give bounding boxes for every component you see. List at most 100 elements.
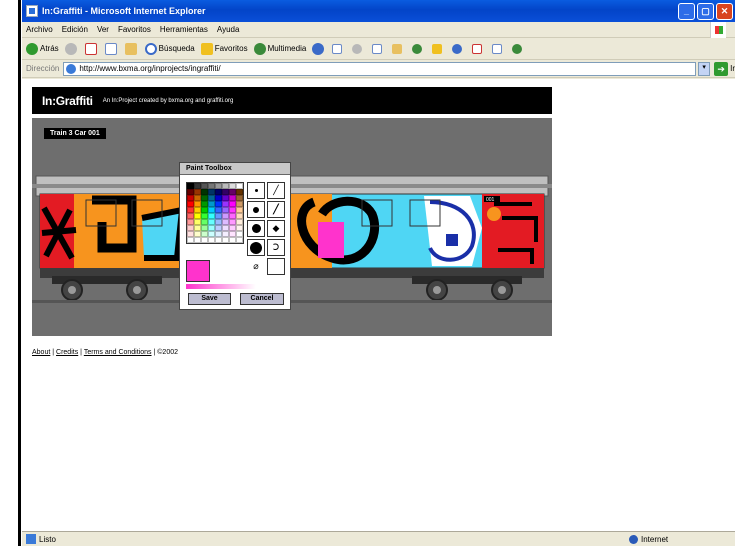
home-button[interactable] <box>124 42 139 55</box>
print-icon <box>352 43 363 54</box>
address-field[interactable] <box>63 61 697 76</box>
history-button[interactable] <box>312 42 326 55</box>
footer-links: About | Credits | Terms and Conditions |… <box>32 349 178 356</box>
opacity-gradient[interactable] <box>186 284 256 289</box>
ie-icon <box>26 5 38 17</box>
train-car-graphic[interactable]: 001 <box>32 118 552 336</box>
home-icon <box>124 42 137 55</box>
tool-icon <box>512 43 523 54</box>
messenger-icon <box>412 43 423 54</box>
forward-arrow-icon <box>64 42 77 55</box>
left-edge <box>0 0 22 546</box>
go-button[interactable]: ➔ <box>714 61 729 76</box>
favorites-button[interactable]: Favoritos <box>200 42 248 55</box>
tool-button-5[interactable] <box>512 43 526 54</box>
about-link[interactable]: About <box>32 349 50 356</box>
status-text: Listo <box>39 534 56 544</box>
browser-window: In:Graffiti - Microsoft Internet Explore… <box>22 0 735 546</box>
color-swatch[interactable] <box>229 237 236 243</box>
stop-button[interactable] <box>84 42 99 55</box>
address-label: Dirección <box>26 64 60 73</box>
maximize-button[interactable]: ▢ <box>697 2 714 20</box>
mail-button[interactable] <box>332 43 346 54</box>
refresh-button[interactable] <box>104 42 119 55</box>
search-label: Búsqueda <box>158 44 195 53</box>
menu-ver[interactable]: Ver <box>97 25 109 34</box>
back-arrow-icon <box>26 42 38 55</box>
address-dropdown[interactable]: ▾ <box>698 61 711 76</box>
line-thin-icon[interactable]: ╱ <box>267 182 285 199</box>
tool-button-1[interactable] <box>432 43 446 54</box>
tool-icon <box>432 43 443 54</box>
toolbox-title[interactable]: Paint Toolbox <box>180 163 290 175</box>
search-button[interactable]: Búsqueda <box>144 42 195 55</box>
terms-link[interactable]: Terms and Conditions <box>84 349 152 356</box>
word-icon <box>372 43 383 54</box>
tool-icon <box>492 43 503 54</box>
menu-favoritos[interactable]: Favoritos <box>118 25 151 34</box>
separator: | <box>80 349 82 356</box>
page-icon <box>66 63 77 74</box>
address-bar: Dirección ▾ ➔ Ir <box>22 60 735 78</box>
back-button[interactable]: Atrás <box>26 42 59 55</box>
brush-medium-icon[interactable] <box>247 201 265 218</box>
print-button[interactable] <box>352 43 366 54</box>
color-palette[interactable] <box>186 182 244 244</box>
search-icon <box>144 42 157 55</box>
zone-label: Internet <box>641 534 669 544</box>
color-swatch[interactable] <box>201 237 208 243</box>
marker-icon[interactable]: ◆ <box>267 220 285 237</box>
drip-icon[interactable]: Ↄ <box>267 239 285 256</box>
brush-large-icon[interactable] <box>247 220 265 237</box>
multimedia-button[interactable]: Multimedia <box>253 42 306 55</box>
minimize-button[interactable]: _ <box>678 2 695 20</box>
menu-edicion[interactable]: Edición <box>62 25 88 34</box>
menu-herramientas[interactable]: Herramientas <box>160 25 208 34</box>
tool-button-4[interactable] <box>492 43 506 54</box>
status-bar: Listo Internet <box>22 531 735 546</box>
eraser-icon[interactable]: ⌀ <box>247 258 265 275</box>
brush-tools: ╱ ╱ ◆ Ↄ ⌀ <box>247 182 285 275</box>
windows-logo-icon <box>710 22 726 38</box>
back-label: Atrás <box>40 44 59 53</box>
site-title: In:Graffiti <box>42 93 93 108</box>
credits-link[interactable]: Credits <box>56 349 78 356</box>
line-medium-icon[interactable]: ╱ <box>267 201 285 218</box>
color-swatch[interactable] <box>222 237 229 243</box>
menu-ayuda[interactable]: Ayuda <box>217 25 240 34</box>
standard-toolbar: Atrás Búsqueda Favoritos Multimedia <box>22 38 735 60</box>
messenger-button[interactable] <box>412 43 426 54</box>
color-swatch[interactable] <box>194 237 201 243</box>
globe-icon <box>629 534 638 544</box>
tool-icon <box>472 43 483 54</box>
page-content: In:Graffiti An In:Project created by bxm… <box>22 79 735 531</box>
color-swatch[interactable] <box>215 237 222 243</box>
car-number: 001 <box>486 197 495 203</box>
media-icon <box>253 42 266 55</box>
window-title: In:Graffiti - Microsoft Internet Explore… <box>42 6 206 16</box>
tool-button-3[interactable] <box>472 43 486 54</box>
menu-archivo[interactable]: Archivo <box>26 25 53 34</box>
address-input[interactable] <box>79 64 696 73</box>
copyright: ©2002 <box>157 349 178 356</box>
save-button[interactable]: Save <box>188 293 231 305</box>
color-swatch[interactable] <box>187 237 194 243</box>
train-stage[interactable]: 001 Train 3 Car 001 Paint Toolbox ╱ ╱ ◆ … <box>32 118 552 336</box>
close-button[interactable]: ✕ <box>716 2 733 20</box>
tool-button-2[interactable] <box>452 43 466 54</box>
edit-button[interactable] <box>372 43 386 54</box>
folder-button[interactable] <box>392 43 406 54</box>
color-swatch[interactable] <box>236 237 243 243</box>
star-icon <box>200 42 213 55</box>
stop-icon <box>84 42 97 55</box>
current-color-swatch <box>186 260 210 282</box>
go-label[interactable]: Ir <box>730 64 735 73</box>
brush-xlarge-icon[interactable] <box>247 239 265 256</box>
cancel-button[interactable]: Cancel <box>240 293 284 305</box>
color-swatch[interactable] <box>208 237 215 243</box>
forward-button[interactable] <box>64 42 79 55</box>
folder-icon <box>392 43 403 54</box>
brush-small-icon[interactable] <box>247 182 265 199</box>
blank-tool[interactable] <box>267 258 285 275</box>
paint-toolbox[interactable]: Paint Toolbox ╱ ╱ ◆ Ↄ ⌀ Save Cancel <box>179 162 291 310</box>
